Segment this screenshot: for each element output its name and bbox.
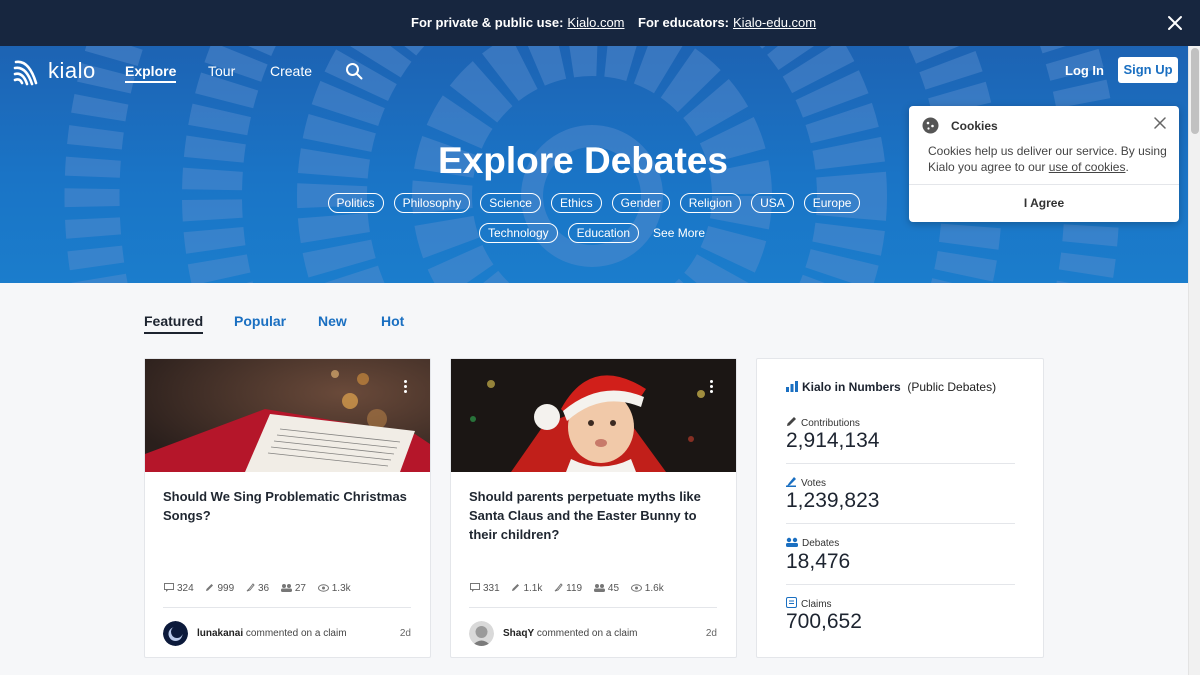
author-name[interactable]: lunakanai — [197, 628, 243, 639]
views-stat: 1.3k — [317, 583, 351, 594]
private-use-message: For private & public use: Kialo.com — [411, 15, 625, 30]
comments-stat: 324 — [164, 583, 194, 594]
logo-text: kialo — [48, 58, 96, 83]
private-use-label: For private & public use: — [411, 15, 564, 30]
votes-stat: 36 — [246, 583, 269, 594]
contributions-stat: 999 — [205, 583, 234, 594]
announcement-bar: For private & public use: Kialo.com For e… — [0, 0, 1200, 46]
avatar[interactable] — [469, 621, 494, 646]
nav-tour[interactable]: Tour — [208, 63, 235, 79]
tag-europe[interactable]: Europe — [803, 193, 861, 213]
claims-icon — [786, 597, 797, 608]
educators-message: For educators: Kialo-edu.com — [638, 15, 816, 30]
eye-icon — [630, 584, 642, 592]
eye-icon — [317, 584, 329, 592]
kialo-edu-link[interactable]: Kialo-edu.com — [733, 15, 816, 30]
debate-title: Should parents perpetuate myths like San… — [469, 489, 701, 542]
participants-stat: 27 — [280, 583, 306, 594]
tag-politics[interactable]: Politics — [327, 193, 384, 213]
activity-time: 2d — [705, 628, 717, 639]
tag-gender[interactable]: Gender — [611, 193, 670, 213]
kialo-numbers-panel: Kialo in Numbers (Public Debates) Contri… — [756, 358, 1044, 658]
kialo-logo[interactable]: kialo — [12, 56, 107, 88]
recent-activity: lunakanai commented on a claim 2d — [163, 621, 411, 646]
tag-list-row2: Technology Education See More — [0, 223, 1188, 243]
see-more-link[interactable]: See More — [649, 223, 709, 243]
close-icon[interactable] — [1153, 116, 1167, 130]
vote-icon — [554, 583, 563, 592]
stat-votes: Votes 1,239,823 — [786, 476, 1015, 536]
contributions-stat: 1.1k — [511, 583, 542, 594]
tag-usa[interactable]: USA — [751, 193, 794, 213]
card-divider — [163, 607, 411, 608]
tag-philosophy[interactable]: Philosophy — [393, 193, 471, 213]
pencil-icon — [206, 584, 214, 591]
debate-stats: 331 1.1k 119 45 1.6k — [470, 583, 673, 594]
stat-claims: Claims 700,652 — [786, 597, 862, 633]
educators-label: For educators: — [638, 15, 730, 30]
numbers-heading: Kialo in Numbers (Public Debates) — [786, 380, 996, 394]
debate-stats: 324 999 36 27 1.3k — [164, 583, 360, 594]
debate-title: Should We Sing Problematic Christmas Son… — [163, 489, 407, 523]
avatar[interactable] — [163, 621, 188, 646]
scrollbar-thumb[interactable] — [1191, 48, 1199, 134]
agree-button[interactable]: I Agree — [909, 185, 1179, 222]
login-link[interactable]: Log In — [1065, 63, 1104, 78]
votes-stat: 119 — [554, 583, 582, 594]
kialo-logo-icon — [13, 60, 38, 86]
vote-icon — [246, 583, 255, 592]
main-nav: kialo Explore Tour Create Log In Sign Up — [0, 46, 1188, 96]
participants-icon — [593, 584, 605, 592]
views-stat: 1.6k — [630, 583, 664, 594]
cookie-heading: Cookies — [922, 117, 998, 134]
bar-chart-icon — [786, 381, 798, 392]
recent-activity: ShaqY commented on a claim 2d — [469, 621, 717, 646]
tag-technology[interactable]: Technology — [478, 223, 558, 243]
participants-icon — [280, 584, 292, 592]
search-icon[interactable] — [345, 62, 363, 80]
debate-card[interactable]: Should parents perpetuate myths like San… — [450, 358, 737, 658]
nav-explore[interactable]: Explore — [125, 63, 177, 83]
stat-debates: Debates 18,476 — [786, 537, 1015, 597]
comments-icon — [164, 583, 174, 592]
cookie-icon — [922, 117, 939, 134]
activity-time: 2d — [399, 628, 411, 639]
participants-icon — [786, 537, 798, 547]
activity-text: lunakanai commented on a claim — [197, 628, 347, 639]
tag-science[interactable]: Science — [480, 193, 541, 213]
cookie-popup: Cookies Cookies help us deliver our serv… — [909, 106, 1179, 222]
tag-ethics[interactable]: Ethics — [550, 193, 602, 213]
signup-button[interactable]: Sign Up — [1118, 57, 1178, 83]
tab-hot[interactable]: Hot — [381, 313, 404, 329]
debate-card-image — [145, 359, 430, 472]
pencil-icon — [512, 584, 520, 591]
close-icon[interactable] — [1164, 12, 1186, 34]
card-divider — [469, 607, 717, 608]
author-name[interactable]: ShaqY — [503, 628, 534, 639]
pencil-icon — [787, 417, 796, 426]
tag-religion[interactable]: Religion — [679, 193, 742, 213]
tab-featured[interactable]: Featured — [144, 313, 204, 334]
activity-text: ShaqY commented on a claim — [503, 628, 638, 639]
participants-stat: 45 — [593, 583, 619, 594]
tab-popular[interactable]: Popular — [234, 313, 286, 329]
card-menu-icon[interactable] — [710, 380, 714, 394]
cookie-text: Cookies help us deliver our service. By … — [928, 144, 1167, 174]
debate-card-image — [451, 359, 736, 472]
debate-card[interactable]: Should We Sing Problematic Christmas Son… — [144, 358, 431, 658]
card-menu-icon[interactable] — [404, 380, 408, 394]
comments-stat: 331 — [470, 583, 500, 594]
tag-education[interactable]: Education — [567, 223, 640, 243]
kialo-com-link[interactable]: Kialo.com — [567, 15, 624, 30]
stat-contributions: Contributions 2,914,134 — [786, 416, 1015, 476]
nav-create[interactable]: Create — [270, 63, 312, 79]
tab-new[interactable]: New — [318, 313, 347, 329]
vote-icon — [786, 477, 796, 487]
comments-icon — [470, 583, 480, 592]
cookie-policy-link[interactable]: use of cookies — [1049, 160, 1126, 174]
page-scrollbar[interactable] — [1188, 46, 1200, 675]
